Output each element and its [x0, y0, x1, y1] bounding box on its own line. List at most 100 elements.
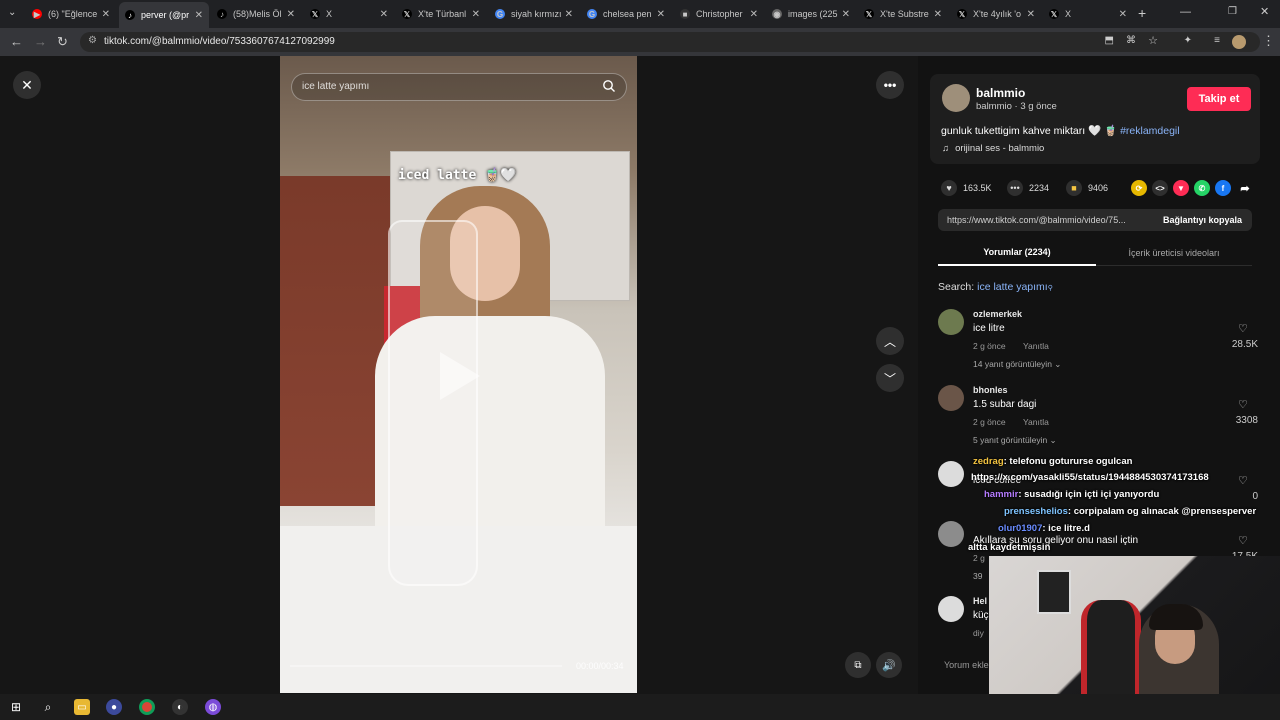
- bookmark-star-icon[interactable]: ☆: [1148, 34, 1158, 47]
- browser-tab[interactable]: ♪ (58)Melis Öl ✕: [211, 4, 301, 24]
- taskbar-search-icon[interactable]: ⌕: [40, 699, 56, 715]
- tab-close-icon[interactable]: ✕: [472, 9, 480, 20]
- minimize-icon[interactable]: —: [1180, 6, 1191, 18]
- view-replies-link[interactable]: 39: [973, 571, 982, 581]
- comment-username[interactable]: Hel: [973, 596, 987, 606]
- comment-heart-icon[interactable]: ♡: [1238, 398, 1248, 411]
- video-search-input[interactable]: ice latte yapımı: [291, 73, 627, 101]
- file-explorer-icon[interactable]: ▭: [74, 699, 90, 715]
- tab-close-icon[interactable]: ✕: [287, 9, 295, 20]
- reading-list-icon[interactable]: ≡: [1214, 35, 1220, 46]
- site-info-icon[interactable]: ⚙: [88, 35, 97, 46]
- browser-tab[interactable]: ▶ (6) "Eğlence ✕: [26, 4, 116, 24]
- comment-stat[interactable]: ••• 2234: [1007, 180, 1049, 196]
- close-video-button[interactable]: ✕: [13, 71, 41, 99]
- facebook-icon[interactable]: f: [1215, 180, 1231, 196]
- comment-avatar[interactable]: [938, 461, 964, 487]
- search-suggestion[interactable]: Search: ice latte yapımı⚲: [938, 281, 1053, 293]
- profile-avatar[interactable]: [1232, 35, 1246, 49]
- send-icon[interactable]: ▼: [1173, 180, 1189, 196]
- window-close-icon[interactable]: ✕: [1260, 5, 1269, 18]
- restore-icon[interactable]: ❐: [1228, 6, 1237, 17]
- reload-icon[interactable]: ↻: [57, 34, 68, 50]
- tab-close-icon[interactable]: ✕: [842, 9, 850, 20]
- translate-icon[interactable]: ⌘: [1126, 35, 1136, 46]
- tab-close-icon[interactable]: ✕: [1119, 9, 1127, 20]
- chrome-icon[interactable]: [139, 699, 155, 715]
- next-video-button[interactable]: ﹀: [876, 364, 904, 392]
- forward-arrow-icon[interactable]: →: [34, 34, 47, 49]
- browser-tab[interactable]: ◉ images (225 ✕: [766, 4, 856, 24]
- extensions-icon[interactable]: ✦: [1184, 35, 1192, 46]
- tab-favicon-icon: ♪: [217, 9, 227, 19]
- save-count: 9406: [1088, 183, 1109, 193]
- browser-tab[interactable]: 𝕏 X'te Substre ✕: [858, 4, 948, 24]
- browser-tab[interactable]: Gsiyah kırmızı ✕: [489, 4, 579, 24]
- browser-tab[interactable]: 𝕏 X ✕: [1043, 4, 1133, 24]
- browser-tab[interactable]: ♪ perver (@pr ✕: [119, 2, 209, 28]
- hashtag-link[interactable]: #reklamdegil: [1120, 125, 1180, 137]
- view-replies-link[interactable]: 14 yanıt görüntüleyin ⌄: [973, 359, 1061, 370]
- tab-close-icon[interactable]: ✕: [750, 9, 758, 20]
- browser-tab[interactable]: ■ Christopher ✕: [674, 4, 764, 24]
- back-arrow-icon[interactable]: ←: [10, 34, 23, 49]
- comment-avatar[interactable]: [938, 596, 964, 622]
- tab-comments[interactable]: Yorumlar (2234): [938, 240, 1096, 266]
- volume-button[interactable]: 🔊: [876, 652, 902, 678]
- tab-list-chevron-icon[interactable]: ⌄: [8, 7, 16, 18]
- copy-link-button[interactable]: Bağlantıyı kopyala: [1163, 215, 1242, 225]
- browser-menu-icon[interactable]: ⋮: [1262, 33, 1275, 49]
- tab-close-icon[interactable]: ✕: [195, 10, 203, 21]
- comment-avatar[interactable]: [938, 309, 964, 335]
- more-options-button[interactable]: •••: [876, 71, 904, 99]
- share-arrow-icon[interactable]: ➦: [1237, 180, 1253, 196]
- sound-row[interactable]: ♫ orijinal ses - balmmio: [942, 143, 1044, 154]
- play-icon[interactable]: [440, 352, 480, 400]
- video-link-text[interactable]: https://www.tiktok.com/@balmmio/video/75…: [947, 215, 1152, 225]
- chat-username: olur01907: [998, 523, 1043, 534]
- install-icon[interactable]: ⬒: [1105, 35, 1114, 46]
- follow-button[interactable]: Takip et: [1187, 87, 1251, 111]
- floating-player-button[interactable]: ⧉: [845, 652, 871, 678]
- repost-icon[interactable]: ⟳: [1131, 180, 1147, 196]
- whatsapp-icon[interactable]: ✆: [1194, 180, 1210, 196]
- view-replies-link[interactable]: 5 yanıt görüntüleyin ⌄: [973, 435, 1057, 446]
- tab-title: Christopher: [696, 9, 743, 19]
- new-tab-plus-icon[interactable]: +: [1138, 5, 1146, 21]
- url-field[interactable]: ⚙ tiktok.com/@balmmio/video/753360767412…: [80, 32, 1260, 52]
- comment-username[interactable]: ozlemerkek: [973, 309, 1022, 319]
- tab-creator-videos[interactable]: İçerik üreticisi videoları: [1096, 240, 1252, 266]
- like-stat[interactable]: ♥ 163.5K: [941, 180, 992, 196]
- obs-icon[interactable]: ◐: [172, 699, 188, 715]
- app-icon[interactable]: ●: [106, 699, 122, 715]
- comment-reply-link[interactable]: Yanıtla: [1023, 417, 1049, 427]
- browser-tab[interactable]: 𝕏 X'te Türbanl ✕: [396, 4, 486, 24]
- author-username[interactable]: balmmio: [976, 86, 1025, 100]
- author-avatar[interactable]: [942, 84, 970, 112]
- search-icon[interactable]: [602, 79, 616, 93]
- comment-reply-link[interactable]: Yanıtla: [1023, 341, 1049, 351]
- comment-avatar[interactable]: [938, 521, 964, 547]
- author-meta: balmmio · 3 g önce: [976, 101, 1057, 112]
- tab-close-icon[interactable]: ✕: [380, 9, 388, 20]
- tab-close-icon[interactable]: ✕: [565, 9, 573, 20]
- browser-tab[interactable]: 𝕏 X ✕: [304, 4, 394, 24]
- tab-close-icon[interactable]: ✕: [102, 9, 110, 20]
- browser-tab[interactable]: 𝕏 X'te 4yılık 'o ✕: [951, 4, 1041, 24]
- video-progress-bar[interactable]: [290, 665, 562, 667]
- video-player[interactable]: iced latte 🧋🤍: [280, 56, 637, 693]
- video-caption-overlay: iced latte 🧋🤍: [398, 168, 517, 183]
- tab-close-icon[interactable]: ✕: [1027, 9, 1035, 20]
- search-query-link[interactable]: ice latte yapımı: [977, 281, 1048, 293]
- comment-avatar[interactable]: [938, 385, 964, 411]
- tab-close-icon[interactable]: ✕: [657, 9, 665, 20]
- save-stat[interactable]: ■ 9406: [1066, 180, 1108, 196]
- tab-close-icon[interactable]: ✕: [934, 9, 942, 20]
- browser-tab[interactable]: Gchelsea pen ✕: [581, 4, 671, 24]
- comment-heart-icon[interactable]: ♡: [1238, 322, 1248, 335]
- previous-video-button[interactable]: ︿: [876, 327, 904, 355]
- windows-start-icon[interactable]: ⊞: [8, 699, 24, 715]
- embed-icon[interactable]: <>: [1152, 180, 1168, 196]
- chat-app-icon[interactable]: ◍: [205, 699, 221, 715]
- comment-username[interactable]: bhonles: [973, 385, 1008, 395]
